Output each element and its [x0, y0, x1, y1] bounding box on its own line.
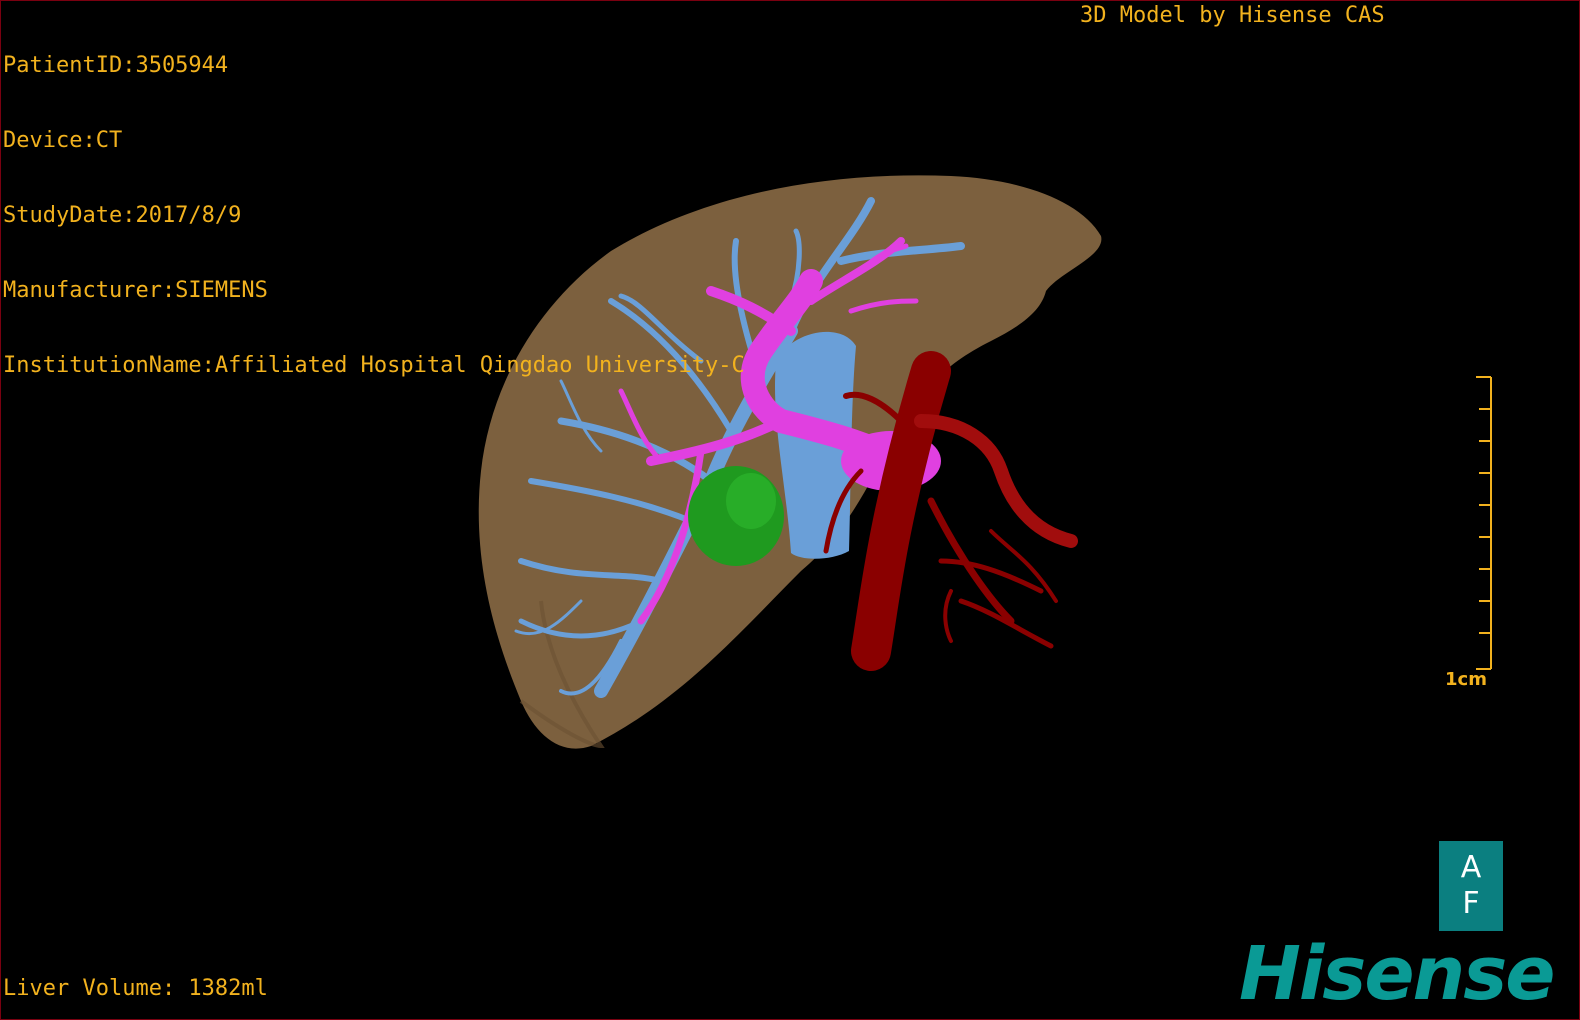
orientation-foot: F — [1462, 886, 1480, 921]
model-credit: 3D Model by Hisense CAS — [1080, 3, 1385, 28]
patient-id: PatientID:3505944 — [3, 53, 229, 78]
study-date: StudyDate:2017/8/9 — [3, 203, 242, 228]
institution-name: InstitutionName:Affiliated Hospital Qing… — [3, 353, 745, 378]
patient-info-overlay: PatientID:3505944 Device:CT StudyDate:20… — [3, 3, 745, 428]
orientation-cube[interactable]: A F — [1439, 841, 1503, 931]
3d-viewport[interactable]: PatientID:3505944 Device:CT StudyDate:20… — [0, 0, 1580, 1020]
manufacturer: Manufacturer:SIEMENS — [3, 278, 268, 303]
hisense-logo: Hisense — [1239, 931, 1555, 1017]
liver-volume: Liver Volume: 1382ml — [3, 976, 268, 1001]
lesion-highlight — [726, 473, 776, 529]
orientation-anterior: A — [1460, 850, 1482, 885]
device: Device:CT — [3, 128, 123, 153]
scale-label: 1cm — [1445, 669, 1487, 690]
scale-bar — [1476, 376, 1492, 670]
